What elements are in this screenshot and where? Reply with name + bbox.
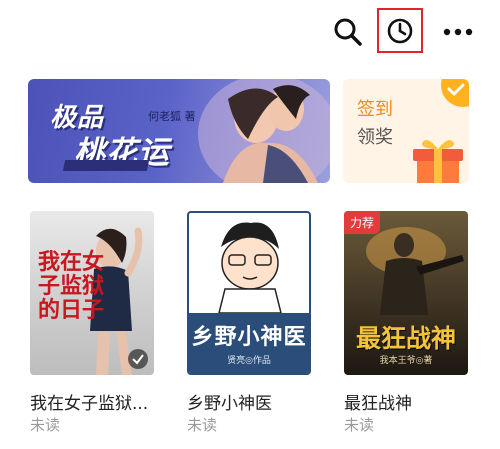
more-dots-icon[interactable] <box>436 10 480 54</box>
book-title[interactable]: 我在女子监狱... <box>30 389 170 414</box>
book-card[interactable]: 我在女子监狱的日子 我在女子监狱... 未读 <box>30 211 154 434</box>
top-toolbar <box>0 0 500 62</box>
cover-author-text: 贤亮◎作品 <box>227 356 271 366</box>
sign-in-reward-card[interactable]: 签到 领奖 <box>343 79 469 183</box>
cover-title-text: 最狂战神 <box>355 324 456 353</box>
featured-banner[interactable]: 极品 桃花运 何老狐 著 <box>28 79 330 183</box>
cover-author-text: 我本王爷◎著 <box>379 356 433 366</box>
book-card[interactable]: 力荐 最狂战神 我本王爷◎著 最狂战神 未读 <box>344 211 468 434</box>
book-read-status: 未读 <box>187 416 218 434</box>
book-read-status: 未读 <box>344 416 375 434</box>
book-title[interactable]: 乡野小神医 <box>187 389 327 414</box>
book-title[interactable]: 最狂战神 <box>344 389 484 414</box>
history-clock-icon[interactable] <box>377 8 423 53</box>
cover-title-text: 乡野小神医 <box>191 325 307 350</box>
cover-title-text: 我在女子监狱的日子 <box>38 250 105 323</box>
search-icon[interactable] <box>326 10 370 54</box>
book-cover[interactable]: 我在女子监狱的日子 <box>30 211 154 375</box>
recommend-tag: 力荐 <box>344 211 381 234</box>
banner-tagline-strip <box>62 160 150 171</box>
check-badge-icon <box>441 79 469 107</box>
banner-author: 何老狐 著 <box>148 110 196 123</box>
book-card[interactable]: 乡野小神医 贤亮◎作品 乡野小神医 未读 <box>187 211 311 434</box>
read-check-icon <box>128 349 148 369</box>
promo-line1: 签到 <box>357 99 393 120</box>
book-cover[interactable]: 力荐 最狂战神 我本王爷◎著 <box>344 211 468 375</box>
book-cover[interactable]: 乡野小神医 贤亮◎作品 <box>187 211 311 375</box>
gift-box-icon <box>409 133 467 183</box>
promo-line2: 领奖 <box>357 127 393 148</box>
book-read-status: 未读 <box>30 416 61 434</box>
